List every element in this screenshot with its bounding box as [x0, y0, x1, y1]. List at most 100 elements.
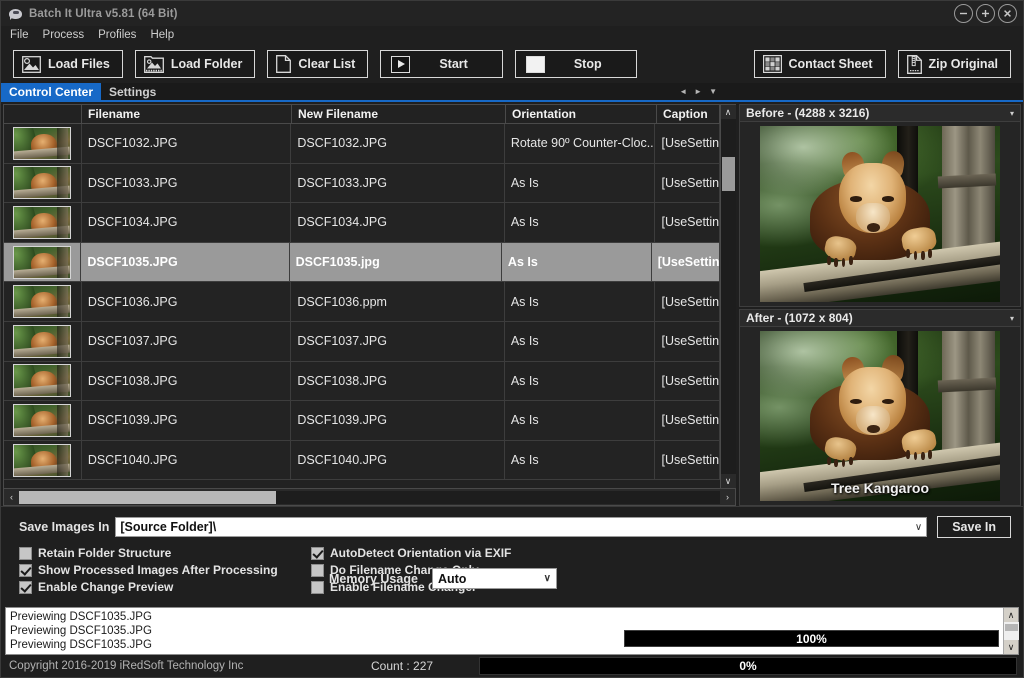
table-row[interactable]: DSCF1032.JPG DSCF1032.JPG Rotate 90º Cou… — [4, 124, 720, 164]
cell-new-filename: DSCF1033.JPG — [291, 163, 505, 203]
after-preview-title: After - (1072 x 804) — [746, 311, 853, 325]
table-row[interactable]: DSCF1038.JPG DSCF1038.JPG As Is [UseSett… — [4, 361, 720, 402]
cell-orientation: Rotate 90º Counter-Cloc... — [505, 124, 656, 163]
row-thumbnail — [4, 124, 82, 163]
tab-next-icon[interactable]: ► — [694, 87, 702, 96]
scroll-up-icon[interactable]: ∧ — [720, 105, 736, 119]
load-folder-button[interactable]: Load Folder — [134, 50, 256, 78]
option-show-processed-images[interactable]: Show Processed Images After Processing — [19, 563, 311, 577]
menu-process[interactable]: Process — [41, 26, 87, 45]
tab-menu-icon[interactable]: ▼ — [709, 87, 717, 96]
file-list-horizontal-scrollbar[interactable]: ‹ › — [4, 488, 735, 505]
column-header-caption[interactable]: Caption — [657, 105, 720, 123]
contact-sheet-button[interactable]: Contact Sheet — [753, 50, 886, 78]
chevron-down-icon[interactable]: ∨ — [915, 522, 922, 533]
close-icon[interactable] — [998, 4, 1017, 23]
after-image: Tree Kangaroo — [760, 331, 1000, 501]
checkbox-retain-folder-structure[interactable] — [19, 546, 32, 560]
chevron-down-icon[interactable]: ∨ — [544, 573, 551, 584]
file-list-vertical-scrollbar[interactable]: ∧ ∨ — [720, 105, 736, 488]
zip-original-label: Zip Original — [928, 57, 998, 71]
app-icon — [9, 7, 23, 21]
table-row[interactable]: DSCF1033.JPG DSCF1033.JPG As Is [UseSett… — [4, 163, 720, 204]
before-preview-title: Before - (4288 x 3216) — [746, 106, 870, 120]
horizontal-scroll-track[interactable] — [19, 490, 720, 504]
preview-panels: Before - (4288 x 3216) ▾ After - (1072 x… — [739, 104, 1021, 506]
minimize-icon[interactable] — [954, 4, 973, 23]
tab-prev-icon[interactable]: ◄ — [679, 87, 687, 96]
tab-settings[interactable]: Settings — [101, 83, 164, 100]
log-scroll-track[interactable] — [1003, 622, 1019, 640]
tab-control-center[interactable]: Control Center — [1, 83, 101, 100]
option-autodetect-orientation[interactable]: AutoDetect Orientation via EXIF — [311, 546, 1011, 560]
clear-list-button[interactable]: Clear List — [267, 50, 369, 78]
cell-new-filename: DSCF1038.JPG — [291, 361, 505, 401]
memory-usage-select[interactable]: Auto ∨ — [431, 568, 557, 589]
start-button[interactable]: Start — [380, 50, 503, 78]
checkbox-enable-change-preview[interactable] — [19, 580, 32, 594]
save-path-combobox[interactable]: [Source Folder]\ ∨ — [115, 517, 928, 537]
zip-original-button[interactable]: Zip Original — [897, 50, 1011, 78]
stop-label: Stop — [573, 57, 602, 71]
scroll-left-icon[interactable]: ‹ — [4, 490, 19, 505]
maximize-icon[interactable] — [976, 4, 995, 23]
log-scroll-up-icon[interactable]: ∧ — [1004, 608, 1019, 622]
cell-caption: [UseSettin — [655, 282, 720, 321]
memory-usage-bar: 100% — [624, 630, 999, 647]
cell-caption: [UseSettin — [655, 163, 720, 203]
play-icon — [391, 55, 411, 73]
checkbox-do-filename-change-only[interactable] — [311, 563, 324, 577]
horizontal-scroll-thumb[interactable] — [19, 490, 276, 504]
column-header-orientation[interactable]: Orientation — [506, 105, 657, 123]
vertical-scroll-thumb[interactable] — [721, 157, 735, 191]
table-row-selected[interactable]: DSCF1035.JPG DSCF1035.jpg As Is [UseSett… — [4, 242, 720, 283]
cell-filename: DSCF1034.JPG — [82, 203, 292, 242]
menu-help[interactable]: Help — [148, 26, 176, 45]
checkbox-autodetect-orientation[interactable] — [311, 546, 324, 560]
table-row[interactable]: DSCF1039.JPG DSCF1039.JPG As Is [UseSett… — [4, 401, 720, 441]
log-scroll-thumb[interactable] — [1004, 624, 1018, 631]
after-preview-header[interactable]: After - (1072 x 804) ▾ — [739, 309, 1021, 327]
scroll-right-icon[interactable]: › — [720, 490, 735, 505]
table-row[interactable]: DSCF1040.JPG DSCF1040.JPG As Is [UseSett… — [4, 440, 720, 481]
checkbox-show-processed-images[interactable] — [19, 563, 32, 577]
column-header-filename[interactable]: Filename — [82, 105, 292, 123]
options-left-column: Retain Folder Structure Show Processed I… — [19, 546, 311, 594]
load-files-button[interactable]: Load Files — [13, 50, 123, 78]
contact-sheet-icon — [762, 55, 782, 73]
table-row[interactable]: DSCF1036.JPG DSCF1036.ppm As Is [UseSett… — [4, 282, 720, 322]
option-label: Show Processed Images After Processing — [38, 563, 278, 577]
contact-sheet-label: Contact Sheet — [788, 57, 873, 71]
menu-profiles[interactable]: Profiles — [96, 26, 138, 45]
title-bar: Batch It Ultra v5.81 (64 Bit) — [1, 1, 1023, 26]
column-header-thumbnail[interactable] — [4, 105, 82, 123]
chevron-down-icon[interactable]: ▾ — [1010, 314, 1014, 323]
vertical-scroll-track[interactable] — [720, 119, 736, 474]
cell-filename: DSCF1033.JPG — [82, 163, 292, 203]
scroll-down-icon[interactable]: ∨ — [720, 474, 736, 488]
cell-new-filename: DSCF1034.JPG — [291, 203, 505, 242]
checkbox-enable-filename-changer[interactable] — [311, 580, 324, 594]
save-images-in-label: Save Images In — [19, 520, 110, 534]
row-thumbnail — [4, 163, 82, 203]
file-table: Filename New Filename Orientation Captio… — [4, 105, 736, 488]
menu-file[interactable]: File — [8, 26, 31, 45]
log-scroll-down-icon[interactable]: ∨ — [1004, 640, 1019, 654]
document-icon — [276, 55, 292, 73]
column-header-new-filename[interactable]: New Filename — [292, 105, 506, 123]
option-retain-folder-structure[interactable]: Retain Folder Structure — [19, 546, 311, 560]
stop-button[interactable]: Stop — [514, 50, 637, 78]
memory-usage-percent: 100% — [796, 631, 827, 646]
before-preview-header[interactable]: Before - (4288 x 3216) ▾ — [739, 104, 1021, 122]
copyright-text: Copyright 2016-2019 iRedSoft Technology … — [9, 660, 244, 672]
row-thumbnail — [4, 242, 82, 282]
save-in-button[interactable]: Save In — [937, 516, 1011, 538]
cell-filename: DSCF1040.JPG — [82, 440, 292, 480]
table-row[interactable]: DSCF1037.JPG DSCF1037.JPG As Is [UseSett… — [4, 321, 720, 362]
table-row[interactable]: DSCF1034.JPG DSCF1034.JPG As Is [UseSett… — [4, 203, 720, 243]
cell-orientation: As Is — [505, 361, 656, 401]
memory-usage-value: Auto — [437, 571, 467, 586]
log-scrollbar[interactable]: ∧ ∨ — [1003, 608, 1019, 654]
chevron-down-icon[interactable]: ▾ — [1010, 109, 1014, 118]
option-enable-change-preview[interactable]: Enable Change Preview — [19, 580, 311, 594]
